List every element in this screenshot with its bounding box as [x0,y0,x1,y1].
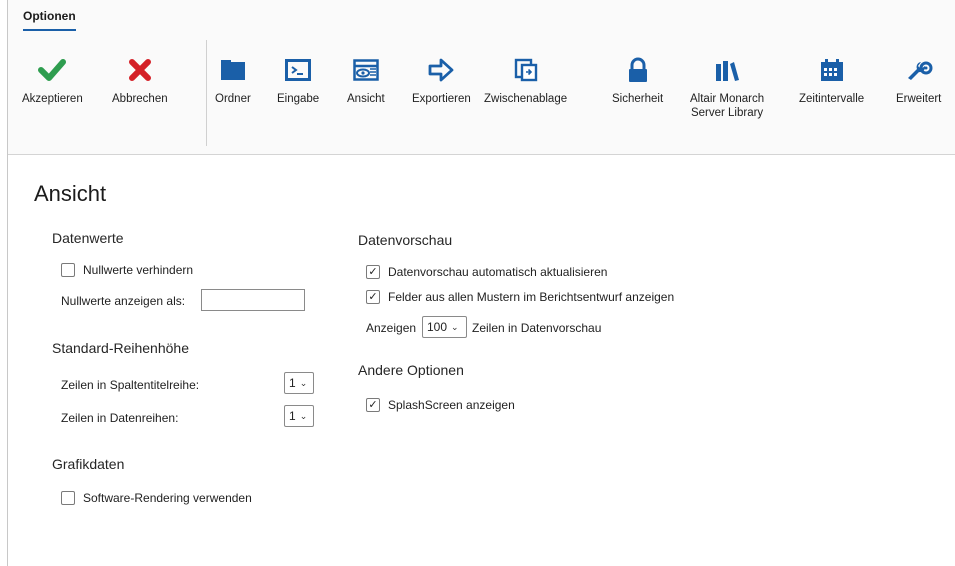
data-rows-value: 1 [289,409,296,423]
heading-grafikdaten: Grafikdaten [52,456,125,472]
checkbox-checked-box[interactable]: ✓ [366,265,380,279]
all-fields-label: Felder aus allen Mustern im Berichtsentw… [388,290,675,304]
advanced-label: Erweitert [896,93,942,105]
heading-datenwerte: Datenwerte [52,230,124,246]
chevron-down-icon: ⌄ [451,321,459,332]
checkbox-box[interactable] [61,491,75,505]
software-rendering-label: Software-Rendering verwenden [83,491,252,505]
heading-andere-optionen: Andere Optionen [358,362,464,378]
input-label: Eingabe [277,93,320,105]
heading-datenvorschau: Datenvorschau [358,232,453,248]
advanced-button[interactable]: Erweitert [896,52,941,106]
security-button[interactable]: Sicherheit [612,52,663,106]
time-intervals-label: Zeitintervalle [799,93,865,105]
arrow-right-icon [425,52,457,88]
all-fields-checkbox[interactable]: ✓ Felder aus allen Mustern im Berichtsen… [366,290,674,304]
software-rendering-checkbox[interactable]: Software-Rendering verwenden [61,491,252,505]
cancel-label: Abbrechen [112,93,168,105]
page-title: Ansicht [34,181,107,206]
window-left-edge [0,0,8,566]
server-library-label: Altair Monarch Server Library [690,93,765,119]
null-display-input[interactable] [201,289,305,311]
cancel-button[interactable]: Abbrechen [112,52,168,106]
export-label: Exportieren [412,93,471,105]
null-prevent-label: Nullwerte verhindern [83,263,194,277]
input-button[interactable]: Eingabe [277,52,319,106]
splash-label: SplashScreen anzeigen [388,398,515,412]
data-rows-select[interactable]: 1 ⌄ [284,405,314,427]
folder-button[interactable]: Ordner [215,52,251,106]
security-label: Sicherheit [612,93,664,105]
show-prefix-label: Anzeigen [366,321,417,335]
clipboard-icon [510,52,542,88]
auto-update-label: Datenvorschau automatisch aktualisieren [388,265,608,279]
group-separator [206,40,207,146]
clipboard-button[interactable]: Zwischenablage [484,52,567,106]
folder-icon [217,52,249,88]
preview-rows-select[interactable]: 100 ⌄ [422,316,467,338]
export-button[interactable]: Exportieren [412,52,471,106]
preview-rows-value: 100 [427,320,448,334]
data-rows-label: Zeilen in Datenreihen: [61,411,179,425]
null-prevent-checkbox[interactable]: Nullwerte verhindern [61,263,193,277]
view-label: Ansicht [347,93,385,105]
null-display-label: Nullwerte anzeigen als: [61,294,186,308]
wrench-gear-icon [903,52,935,88]
accept-button[interactable]: Akzeptieren [22,52,83,106]
heading-reihenhoehe: Standard-Reihenhöhe [52,340,189,356]
eye-window-icon [350,52,382,88]
accept-label: Akzeptieren [22,93,83,105]
lock-icon [622,52,654,88]
view-button[interactable]: Ansicht [347,52,385,106]
checkbox-checked-box[interactable]: ✓ [366,398,380,412]
server-library-button[interactable]: Altair Monarch Server Library [690,52,764,120]
checkbox-box[interactable] [61,263,75,277]
header-rows-select[interactable]: 1 ⌄ [284,372,314,394]
header-rows-value: 1 [289,376,296,390]
chevron-down-icon: ⌄ [299,410,308,421]
check-icon [36,52,68,88]
time-intervals-button[interactable]: Zeitintervalle [799,52,864,106]
splash-checkbox[interactable]: ✓ SplashScreen anzeigen [366,398,515,412]
calendar-icon [816,52,848,88]
tab-optionen[interactable]: Optionen [23,9,76,31]
chevron-down-icon: ⌄ [299,377,308,388]
show-suffix-label: Zeilen in Datenvorschau [472,321,602,335]
folder-label: Ordner [215,93,251,105]
header-rows-label: Zeilen in Spaltentitelreihe: [61,378,200,392]
library-books-icon [711,52,743,88]
clipboard-label: Zwischenablage [484,93,568,105]
terminal-icon [282,52,314,88]
auto-update-checkbox[interactable]: ✓ Datenvorschau automatisch aktualisiere… [366,265,607,279]
checkbox-checked-box[interactable]: ✓ [366,290,380,304]
x-icon [124,52,156,88]
